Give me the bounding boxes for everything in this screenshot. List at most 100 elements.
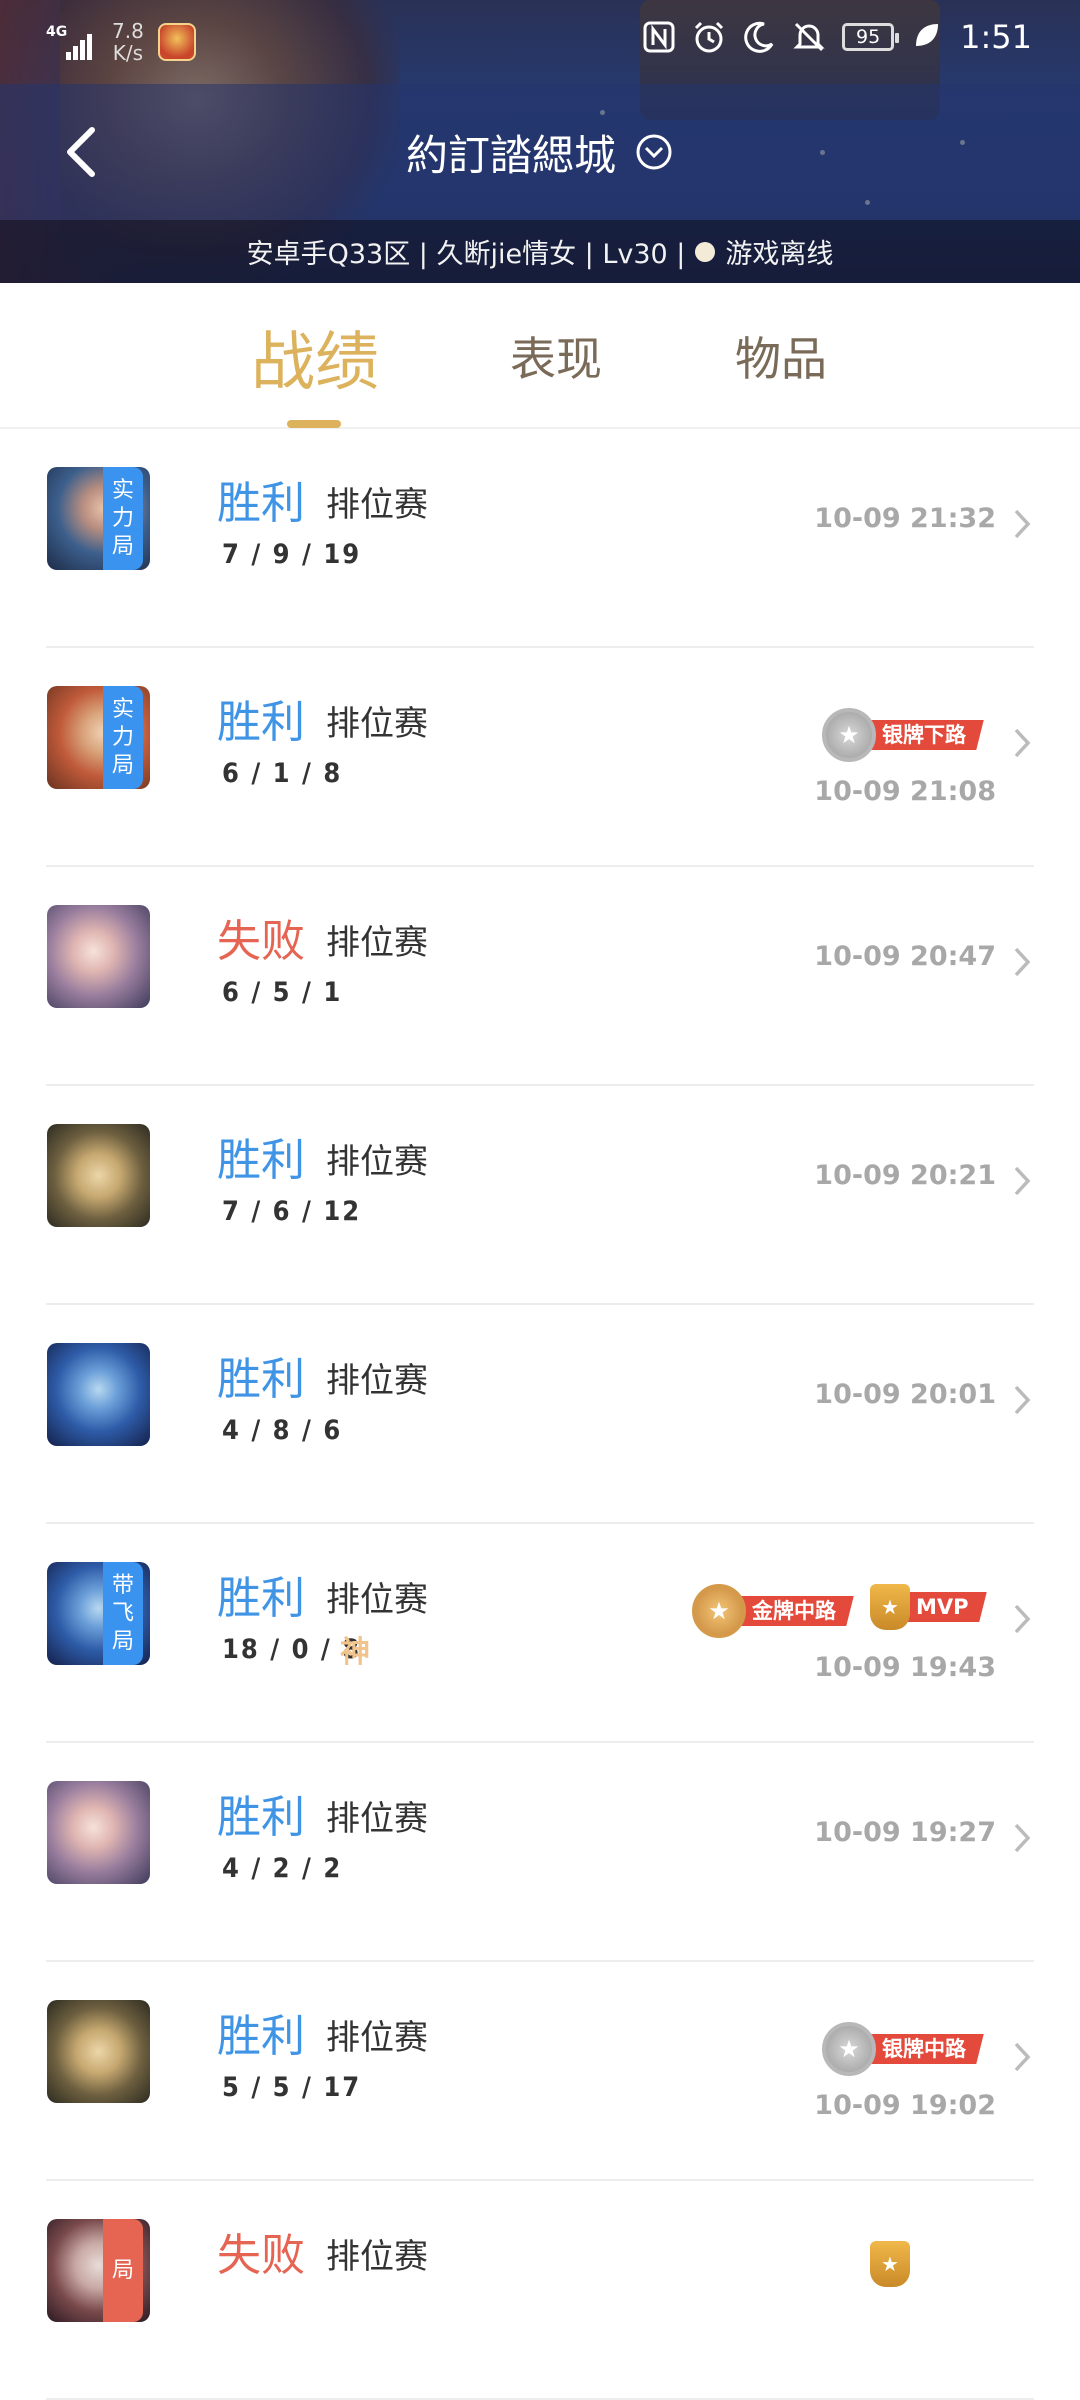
chevron-right-icon: [1014, 947, 1031, 977]
match-row[interactable]: 局 失败 排位赛 ★: [0, 2181, 1080, 2400]
match-time: 10-09 19:27: [814, 1817, 996, 1848]
match-mode: 排位赛: [326, 704, 428, 744]
match-row[interactable]: 失败 排位赛 6 / 5 / 1 10-09 20:47: [0, 867, 1080, 1086]
godlike-tag: 神: [340, 1635, 370, 1670]
game-app-icon: [157, 23, 196, 61]
gold-medal-badge: ★ 金牌中路: [692, 1584, 854, 1638]
hero-avatar: [47, 905, 150, 1008]
medal-label: 银牌中路: [882, 2037, 966, 2061]
mvp-badge: ★: [870, 2241, 910, 2287]
match-result: 胜利: [217, 478, 305, 529]
match-row[interactable]: 胜利 排位赛 5 / 5 / 17 ★ 银牌中路 10-09 19:02: [0, 1962, 1080, 2181]
match-list: 实力局 胜利 排位赛 7 / 9 / 19 10-09 21:32 实力局 胜利…: [0, 429, 1080, 2400]
medal-label: 金牌中路: [752, 1599, 836, 1623]
leaf-icon: [910, 20, 944, 54]
match-kda: 5 / 5 / 17: [222, 2072, 362, 2103]
gold-medal-icon: ★: [692, 1584, 746, 1638]
top-bar: 約訂誻緦城: [0, 84, 1080, 220]
match-tag-badge: 带飞局: [103, 1562, 143, 1665]
hero-avatar: [47, 1343, 150, 1446]
server-info: 安卓手Q33区 | 久断jie情女 | Lv30 |: [246, 239, 686, 270]
network-type: 4G: [46, 24, 68, 40]
clock: 1:51: [960, 18, 1032, 56]
match-row[interactable]: 实力局 胜利 排位赛 7 / 9 / 19 10-09 21:32: [0, 429, 1080, 648]
mvp-label: MVP: [916, 1595, 969, 1619]
moon-icon: [742, 20, 776, 54]
match-result: 胜利: [217, 2011, 305, 2062]
player-info-bar: 安卓手Q33区 | 久断jie情女 | Lv30 | 游戏离线: [0, 220, 1080, 283]
chevron-right-icon: [1014, 2042, 1031, 2072]
match-mode: 排位赛: [326, 923, 428, 963]
hero-avatar: [47, 1124, 150, 1227]
online-status-dot: [695, 241, 716, 262]
nfc-icon: [642, 20, 676, 54]
match-tag-badge: 局: [103, 2219, 143, 2322]
tab-bar: 战绩 表现 物品: [0, 283, 1080, 429]
match-row[interactable]: 胜利 排位赛 7 / 6 / 12 10-09 20:21: [0, 1086, 1080, 1305]
match-row[interactable]: 实力局 胜利 排位赛 6 / 1 / 8 ★ 银牌下路 10-09 21:08: [0, 648, 1080, 867]
chevron-right-icon: [1014, 509, 1031, 539]
match-result: 胜利: [217, 697, 305, 748]
match-result: 胜利: [217, 1135, 305, 1186]
speed-unit: K/s: [112, 41, 144, 65]
match-kda: 4 / 8 / 6: [222, 1415, 343, 1446]
match-mode: 排位赛: [326, 1142, 428, 1182]
silver-medal-badge: ★ 银牌下路: [822, 708, 984, 762]
match-kda: 6 / 1 / 8: [222, 758, 343, 789]
alarm-icon: [692, 20, 726, 54]
match-time: 10-09 20:47: [814, 941, 996, 972]
status-bar: 4G 7.8 K/s 95 1:51: [0, 0, 1080, 84]
match-time: 10-09 19:43: [814, 1652, 996, 1683]
trophy-icon: ★: [870, 2241, 910, 2287]
network-speed: 7.8 K/s: [112, 20, 144, 64]
silver-medal-badge: ★ 银牌中路: [822, 2022, 984, 2076]
match-mode: 排位赛: [326, 1799, 428, 1839]
match-kda: 7 / 9 / 19: [222, 539, 362, 570]
hero-avatar: [47, 1781, 150, 1884]
match-mode: 排位赛: [326, 1361, 428, 1401]
silver-medal-icon: ★: [822, 708, 876, 762]
page-title: 約訂誻緦城: [405, 130, 616, 180]
match-row[interactable]: 胜利 排位赛 4 / 8 / 6 10-09 20:01: [0, 1305, 1080, 1524]
chevron-right-icon: [1014, 1385, 1031, 1415]
signal-icon: 4G: [46, 22, 98, 62]
match-result: 胜利: [217, 1354, 305, 1405]
match-row[interactable]: 胜利 排位赛 4 / 2 / 2 10-09 19:27: [0, 1743, 1080, 1962]
tab-indicator: [287, 420, 341, 428]
chevron-right-icon: [1014, 1604, 1031, 1634]
match-mode: 排位赛: [326, 2237, 428, 2277]
match-tag-badge: 实力局: [103, 467, 143, 570]
tab-items[interactable]: 物品: [735, 323, 827, 389]
match-result: 胜利: [217, 1573, 305, 1624]
match-kda: 6 / 5 / 1: [222, 977, 343, 1008]
match-time: 10-09 20:21: [814, 1160, 996, 1191]
match-result: 失败: [217, 916, 305, 967]
speed-value: 7.8: [112, 19, 144, 43]
match-result: 胜利: [217, 1792, 305, 1843]
medal-label: 银牌下路: [882, 723, 966, 747]
match-time: 10-09 21:08: [814, 776, 996, 807]
tab-performance[interactable]: 表现: [510, 323, 602, 389]
match-tag-badge: 实力局: [103, 686, 143, 789]
online-status: 游戏离线: [725, 239, 834, 270]
match-mode: 排位赛: [326, 1580, 428, 1620]
chevron-down-circle-icon: [636, 134, 672, 170]
title-group[interactable]: 約訂誻緦城: [0, 84, 1080, 220]
bell-muted-icon: [792, 20, 826, 54]
tab-records[interactable]: 战绩: [251, 311, 379, 403]
battery-indicator: 95: [842, 23, 900, 51]
chevron-right-icon: [1014, 728, 1031, 758]
chevron-right-icon: [1014, 1823, 1031, 1853]
hero-avatar: [47, 2000, 150, 2103]
match-kda: 4 / 2 / 2: [222, 1853, 343, 1884]
match-time: 10-09 20:01: [814, 1379, 996, 1410]
match-mode: 排位赛: [326, 485, 428, 525]
mvp-badge: ★ MVP: [870, 1584, 987, 1630]
trophy-icon: ★: [870, 1584, 910, 1630]
silver-medal-icon: ★: [822, 2022, 876, 2076]
match-kda: 7 / 6 / 12: [222, 1196, 362, 1227]
match-result: 失败: [217, 2230, 305, 2281]
match-time: 10-09 21:32: [814, 503, 996, 534]
match-row[interactable]: 带飞局 胜利 排位赛 18 / 0 / 8 神 ★ 金牌中路 ★ MVP 10-…: [0, 1524, 1080, 1743]
match-mode: 排位赛: [326, 2018, 428, 2058]
